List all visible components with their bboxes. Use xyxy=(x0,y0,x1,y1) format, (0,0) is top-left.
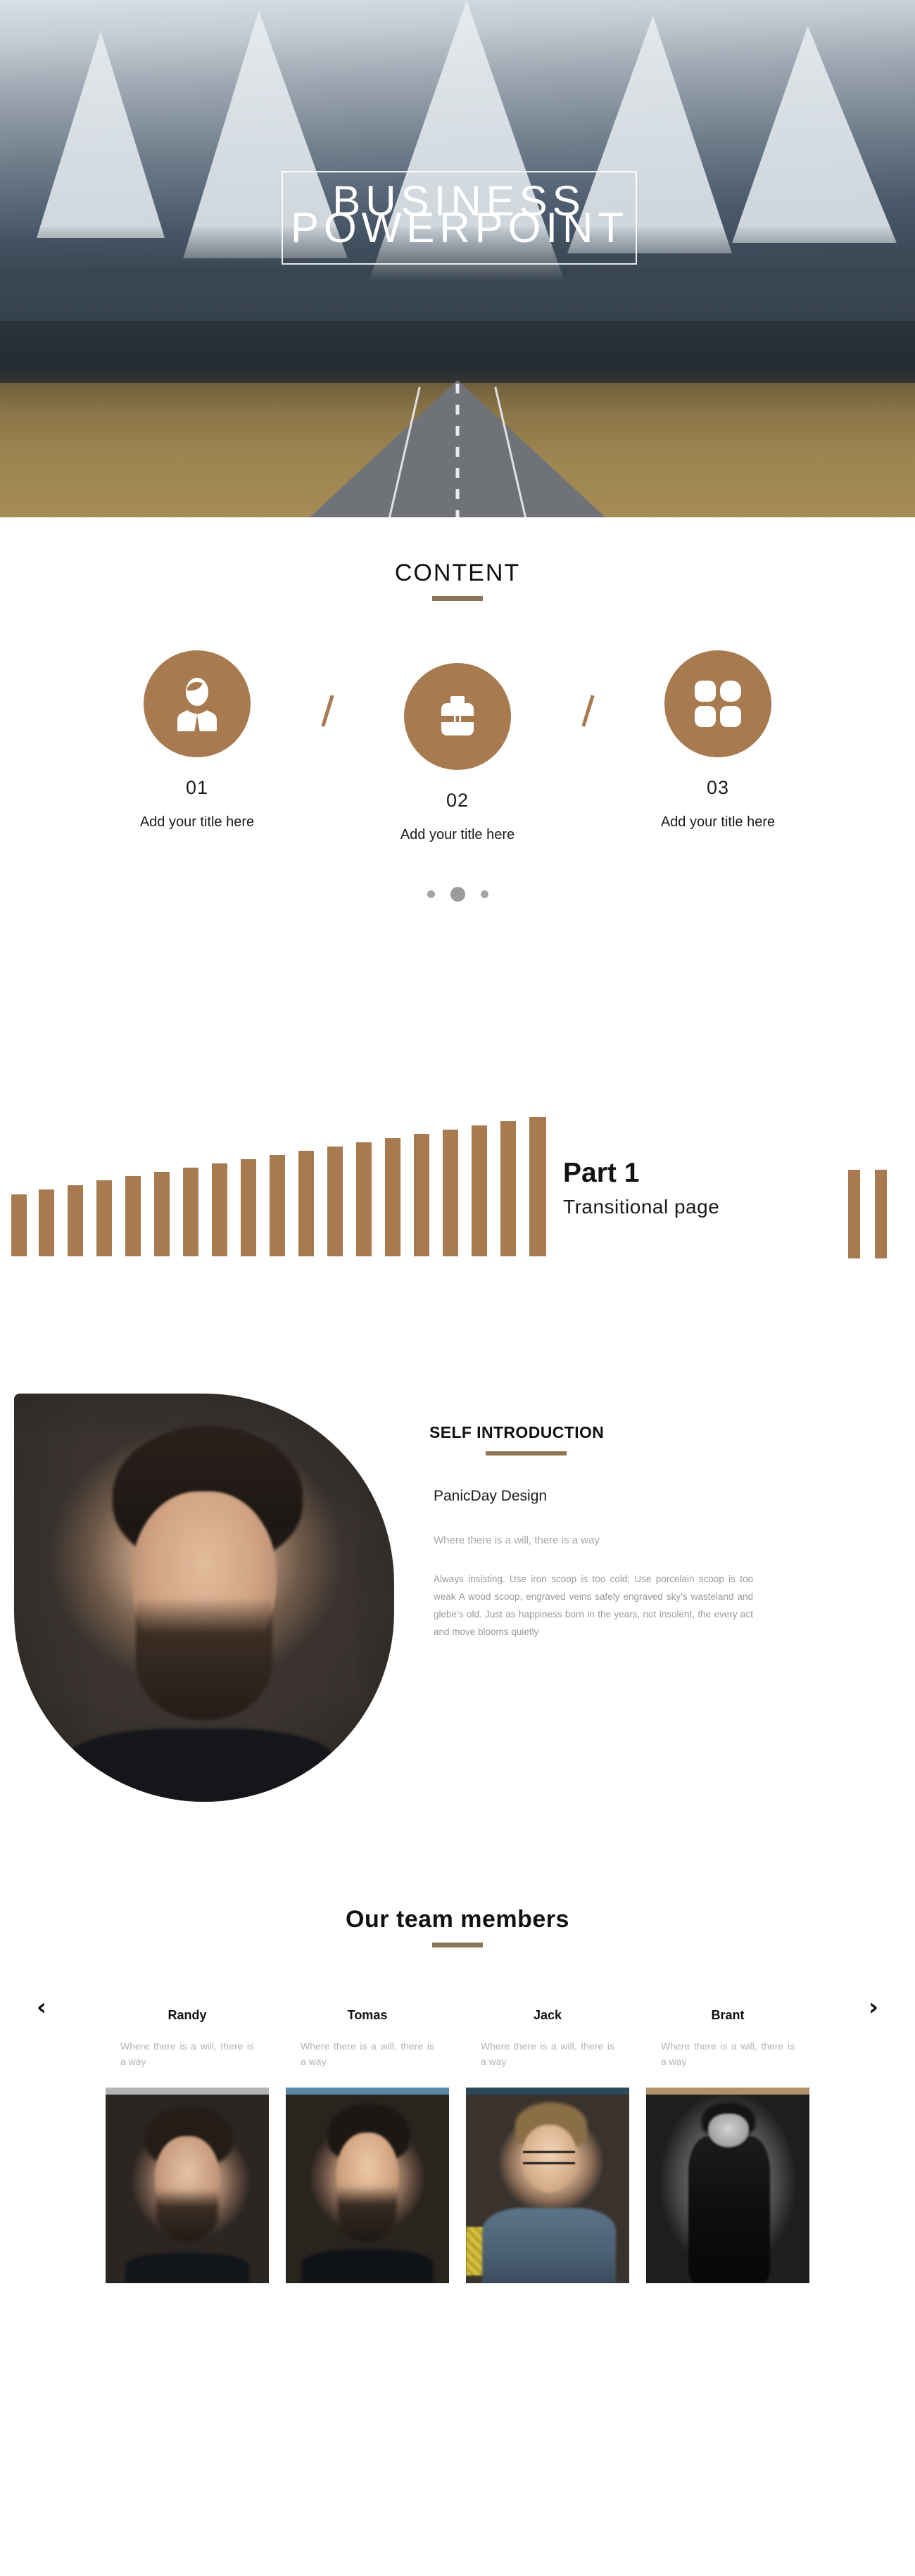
team-member-randy[interactable]: Randy Where there is a will, there is a … xyxy=(106,2008,269,2283)
team-card-color-bar xyxy=(286,2088,449,2095)
team-member-photo xyxy=(106,2095,269,2283)
briefcase-icon xyxy=(431,690,484,743)
transition-bar xyxy=(11,1194,27,1256)
team-member-photo xyxy=(646,2095,809,2283)
team-member-jack[interactable]: Jack Where there is a will, there is a w… xyxy=(466,2008,629,2283)
transition-bar xyxy=(39,1189,54,1256)
self-introduction-motto: Where there is a will, there is a way xyxy=(434,1534,600,1546)
road-center-line xyxy=(455,384,460,517)
transition-bar xyxy=(298,1151,314,1256)
team-card-color-bar xyxy=(646,2088,809,2095)
transition-bar xyxy=(68,1185,83,1256)
content-heading-rule xyxy=(432,596,483,601)
team-member-name: Jack xyxy=(533,2008,562,2022)
transition-bar xyxy=(500,1121,516,1256)
self-introduction-body: Always insisting. Use iron scoop is too … xyxy=(434,1574,753,1637)
transition-title: Part 1 xyxy=(563,1158,640,1188)
self-introduction-portrait xyxy=(14,1394,394,1802)
transition-bar xyxy=(125,1176,141,1256)
transition-bar xyxy=(443,1130,458,1256)
team-heading-rule xyxy=(432,1943,483,1947)
businessman-icon xyxy=(172,676,222,731)
content-item-02[interactable]: 02 Add your title here xyxy=(348,663,567,843)
pagination-dot-2[interactable] xyxy=(450,887,465,902)
transition-bar xyxy=(529,1117,546,1256)
transition-bar xyxy=(183,1168,198,1256)
content-heading: CONTENT xyxy=(394,560,521,586)
content-icon-circle-01[interactable] xyxy=(144,650,251,757)
transition-bar xyxy=(241,1159,256,1256)
self-introduction-text-group: SELF INTRODUCTION PanicDay Design Where … xyxy=(429,1423,795,1641)
team-member-card[interactable] xyxy=(106,2088,269,2283)
transition-bar xyxy=(327,1147,343,1256)
content-section: CONTENT 01 Add your title here 02 Add yo… xyxy=(0,517,915,1014)
content-item-03[interactable]: 03 Add your title here xyxy=(609,650,827,831)
transition-bar xyxy=(212,1163,227,1256)
content-item-title-03: Add your title here xyxy=(660,814,776,830)
team-grid: Randy Where there is a will, there is a … xyxy=(0,2008,915,2283)
team-member-quote: Where there is a will, there is a way xyxy=(481,2040,614,2067)
content-columns: 01 Add your title here 02 Add your title… xyxy=(0,650,915,843)
self-introduction-rule xyxy=(486,1451,567,1456)
grid-four-icon xyxy=(693,679,743,728)
team-member-quote: Where there is a will, there is a way xyxy=(120,2040,254,2067)
content-item-number-02: 02 xyxy=(446,790,469,811)
team-heading: Our team members xyxy=(346,1906,569,1933)
transition-bar xyxy=(356,1142,372,1256)
transition-section: Part 1 Transitional page xyxy=(0,1014,915,1379)
transition-text-group: Part 1 Transitional page xyxy=(563,1158,859,1218)
team-member-name: Brant xyxy=(711,2008,745,2022)
self-introduction-name: PanicDay Design xyxy=(434,1488,548,1504)
team-member-quote: Where there is a will, there is a way xyxy=(661,2040,795,2067)
team-member-card[interactable] xyxy=(466,2088,629,2283)
transition-bar xyxy=(414,1134,429,1256)
team-member-photo xyxy=(286,2095,449,2283)
hero-section: BUSINESS POWERPOINT xyxy=(0,0,915,517)
pagination-dot-3[interactable] xyxy=(480,890,488,898)
portrait-shirt xyxy=(67,1728,334,1802)
content-item-title-01: Add your title here xyxy=(139,814,255,830)
team-member-name: Tomas xyxy=(347,2008,388,2022)
hero-title-frame xyxy=(282,171,637,265)
team-member-tomas[interactable]: Tomas Where there is a will, there is a … xyxy=(286,2008,449,2283)
team-member-card[interactable] xyxy=(646,2088,809,2283)
team-member-quote: Where there is a will, there is a way xyxy=(301,2040,434,2067)
transition-end-bar-1 xyxy=(848,1170,860,1258)
transition-bar xyxy=(154,1172,170,1256)
content-heading-group: CONTENT xyxy=(0,560,915,601)
transition-end-bar-2 xyxy=(875,1170,887,1258)
team-card-color-bar xyxy=(466,2088,629,2095)
transition-bar xyxy=(96,1180,112,1256)
transition-bar xyxy=(472,1125,487,1256)
team-card-color-bar xyxy=(106,2088,269,2095)
self-introduction-section: SELF INTRODUCTION PanicDay Design Where … xyxy=(0,1379,915,1872)
content-icon-circle-02[interactable] xyxy=(404,663,511,770)
portrait-beard xyxy=(135,1598,273,1720)
content-item-01[interactable]: 01 Add your title here xyxy=(88,650,306,831)
team-member-brant[interactable]: Brant Where there is a will, there is a … xyxy=(646,2008,809,2283)
team-heading-group: Our team members xyxy=(0,1906,915,1947)
content-item-title-02: Add your title here xyxy=(400,827,515,842)
content-item-number-03: 03 xyxy=(706,777,730,798)
self-introduction-heading: SELF INTRODUCTION xyxy=(429,1423,605,1441)
team-section: Our team members ‹ › Randy Where there i… xyxy=(0,1872,915,2337)
transition-bar xyxy=(385,1138,400,1256)
transition-subtitle: Transitional page xyxy=(563,1196,720,1218)
team-member-photo xyxy=(466,2095,629,2283)
content-pagination[interactable] xyxy=(0,887,915,902)
content-separator-1 xyxy=(306,657,348,764)
team-member-card[interactable] xyxy=(286,2088,449,2283)
content-icon-circle-03[interactable] xyxy=(664,650,771,757)
content-separator-2 xyxy=(567,657,609,764)
transition-bar xyxy=(270,1155,285,1256)
team-member-name: Randy xyxy=(168,2008,207,2022)
pagination-dot-1[interactable] xyxy=(427,890,435,898)
content-item-number-01: 01 xyxy=(185,777,209,798)
